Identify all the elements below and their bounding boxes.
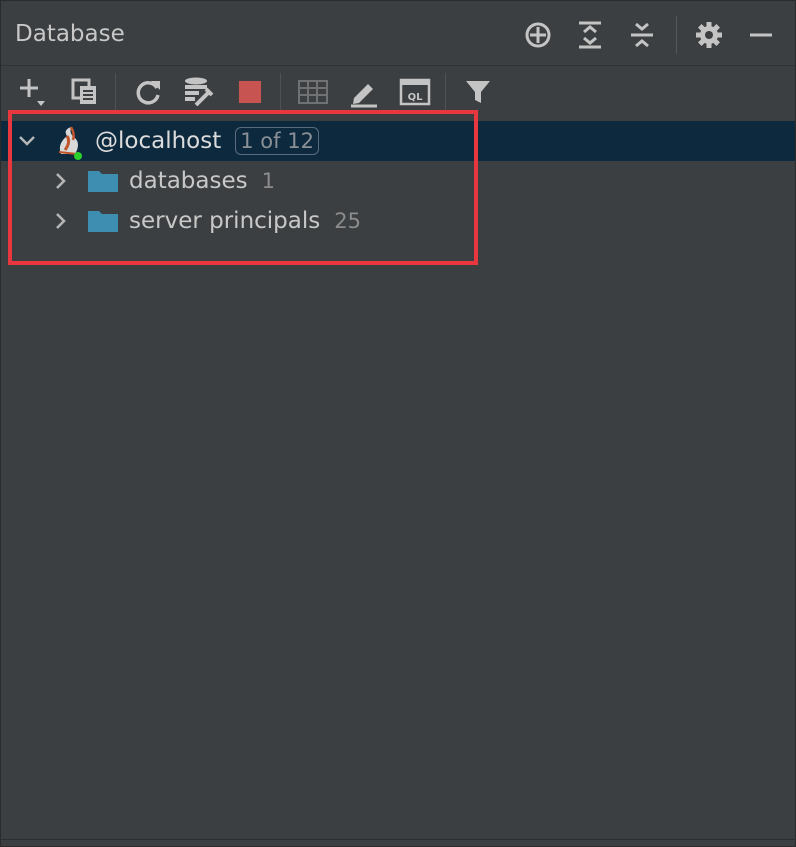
bottom-border <box>1 839 795 840</box>
database-tool-window: Database QL @localhost 1 of 12 databases… <box>0 0 796 847</box>
svg-text:QL: QL <box>408 92 424 103</box>
tree-node-databases[interactable]: databases 1 <box>1 161 795 201</box>
tree-node-label: @localhost <box>95 128 222 154</box>
tree-node-label: databases <box>129 168 248 194</box>
refresh-icon[interactable] <box>129 73 167 111</box>
add-icon[interactable] <box>15 73 53 111</box>
item-count: 1 <box>261 169 275 193</box>
tree-node-localhost[interactable]: @localhost 1 of 12 <box>1 121 795 161</box>
toolbar-separator <box>115 73 116 111</box>
chevron-right-icon[interactable] <box>49 209 73 233</box>
toolbar-separator <box>445 73 446 111</box>
collapse-all-icon[interactable] <box>622 15 662 55</box>
tree-node-server-principals[interactable]: server principals 25 <box>1 201 795 241</box>
table-editor-icon[interactable] <box>294 73 332 111</box>
database-tree: @localhost 1 of 12 databases 1 server pr… <box>1 121 795 241</box>
sql-server-icon <box>53 124 83 160</box>
session-badge[interactable]: 1 of 12 <box>235 127 319 155</box>
edit-icon[interactable] <box>345 73 383 111</box>
toolbar: QL <box>1 66 795 118</box>
minimize-icon[interactable] <box>741 15 781 55</box>
stop-icon[interactable] <box>231 73 269 111</box>
title-bar: Database <box>1 1 795 66</box>
window-title: Database <box>15 21 125 47</box>
filter-icon[interactable] <box>459 73 497 111</box>
duplicate-icon[interactable] <box>66 73 104 111</box>
status-dot <box>74 152 82 160</box>
query-console-icon[interactable]: QL <box>396 73 434 111</box>
chevron-right-icon[interactable] <box>49 169 73 193</box>
gear-icon[interactable] <box>689 15 729 55</box>
folder-icon <box>87 168 119 194</box>
title-bar-actions <box>506 15 781 55</box>
tree-node-label: server principals <box>129 208 321 234</box>
chevron-down-icon[interactable] <box>15 129 39 153</box>
folder-icon <box>87 208 119 234</box>
item-count: 25 <box>334 209 361 233</box>
crosshair-icon[interactable] <box>518 15 558 55</box>
expand-all-icon[interactable] <box>570 15 610 55</box>
data-source-properties-icon[interactable] <box>180 73 218 111</box>
title-separator <box>676 16 677 54</box>
toolbar-separator <box>280 73 281 111</box>
